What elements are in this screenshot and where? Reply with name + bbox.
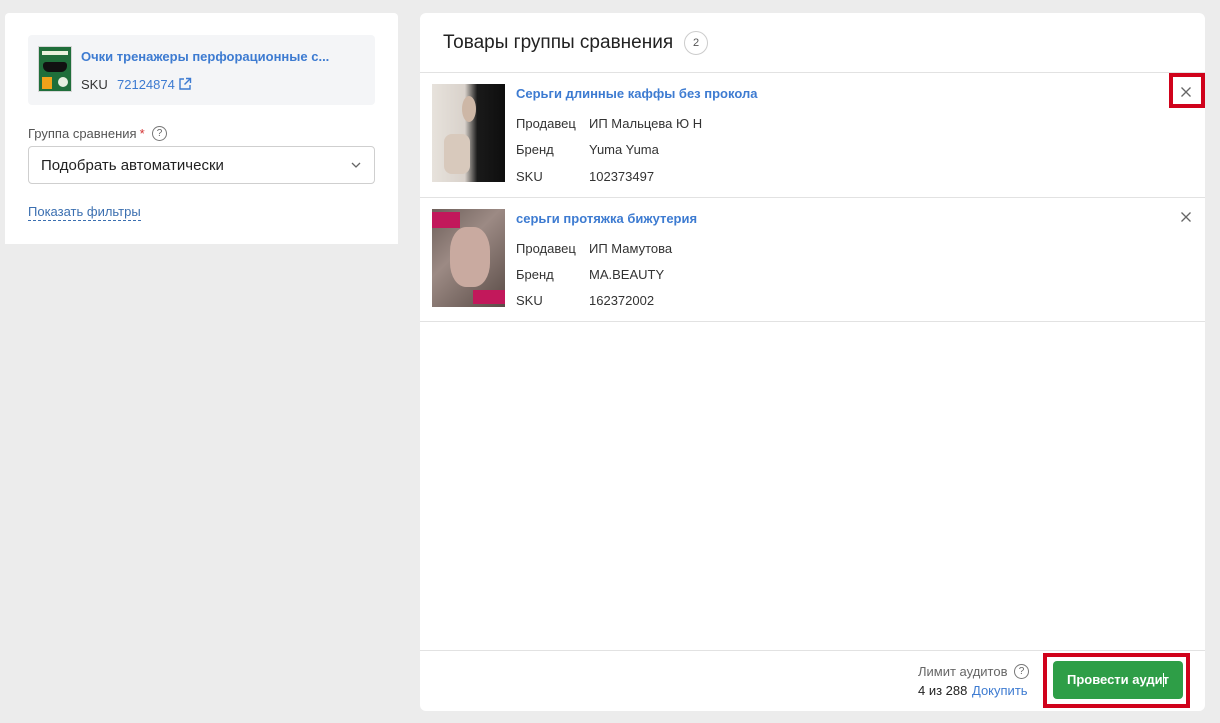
sku-label: SKU xyxy=(81,77,108,92)
remove-item-close-icon[interactable] xyxy=(1180,211,1192,223)
divider xyxy=(420,72,1205,73)
required-mark: * xyxy=(139,126,145,141)
sku-label: SKU xyxy=(516,293,543,308)
comparison-group-select[interactable]: Подобрать автоматически xyxy=(28,146,375,184)
item-title-link[interactable]: серьги протяжка бижутерия xyxy=(516,211,697,226)
seller-value: ИП Мальцева Ю Н xyxy=(589,116,703,131)
comparison-group-selected: Подобрать автоматически xyxy=(41,157,224,174)
brand-label: Бренд xyxy=(516,142,554,157)
brand-label: Бренд xyxy=(516,267,554,282)
highlight-remove-button xyxy=(1169,73,1205,108)
divider xyxy=(420,321,1205,322)
audit-limit-label: Лимит аудитов xyxy=(918,664,1008,679)
comparison-group-label-text: Группа сравнения xyxy=(28,126,137,141)
earring-product-image xyxy=(432,209,505,307)
panel-title: Товары группы сравнения xyxy=(443,32,674,53)
sku-value: 162372002 xyxy=(589,293,655,308)
earring-product-image xyxy=(432,84,505,182)
highlight-audit-button xyxy=(1043,653,1190,708)
selected-product-card xyxy=(28,35,375,105)
brand-value: MA.BEAUTY xyxy=(589,267,665,282)
help-icon[interactable]: ? xyxy=(1014,664,1029,679)
brand-value: Yuma Yuma xyxy=(589,142,659,157)
comparison-group-label: Группа сравнения * xyxy=(28,126,145,141)
show-filters-link[interactable]: Показать фильтры xyxy=(28,204,141,221)
product-title-link[interactable]: Очки тренажеры перфорационные с... xyxy=(81,49,329,64)
audit-limit-count: 4 из 288 xyxy=(918,683,968,698)
item-title-link[interactable]: Серьги длинные каффы без прокола xyxy=(516,86,757,101)
buy-more-link[interactable]: Докупить xyxy=(972,683,1028,698)
divider xyxy=(420,197,1205,198)
chevron-down-icon xyxy=(351,162,361,168)
seller-value: ИП Мамутова xyxy=(589,241,673,256)
footer-divider xyxy=(420,650,1205,651)
seller-label: Продавец xyxy=(516,241,576,256)
sku-value: 102373497 xyxy=(589,169,655,184)
external-link-icon[interactable] xyxy=(178,77,192,91)
sku-label: SKU xyxy=(516,169,543,184)
seller-label: Продавец xyxy=(516,116,576,131)
count-badge: 2 xyxy=(684,31,708,55)
sku-value-link[interactable]: 72124874 xyxy=(117,77,175,92)
help-icon[interactable]: ? xyxy=(152,126,167,141)
glasses-product-image xyxy=(38,46,72,92)
